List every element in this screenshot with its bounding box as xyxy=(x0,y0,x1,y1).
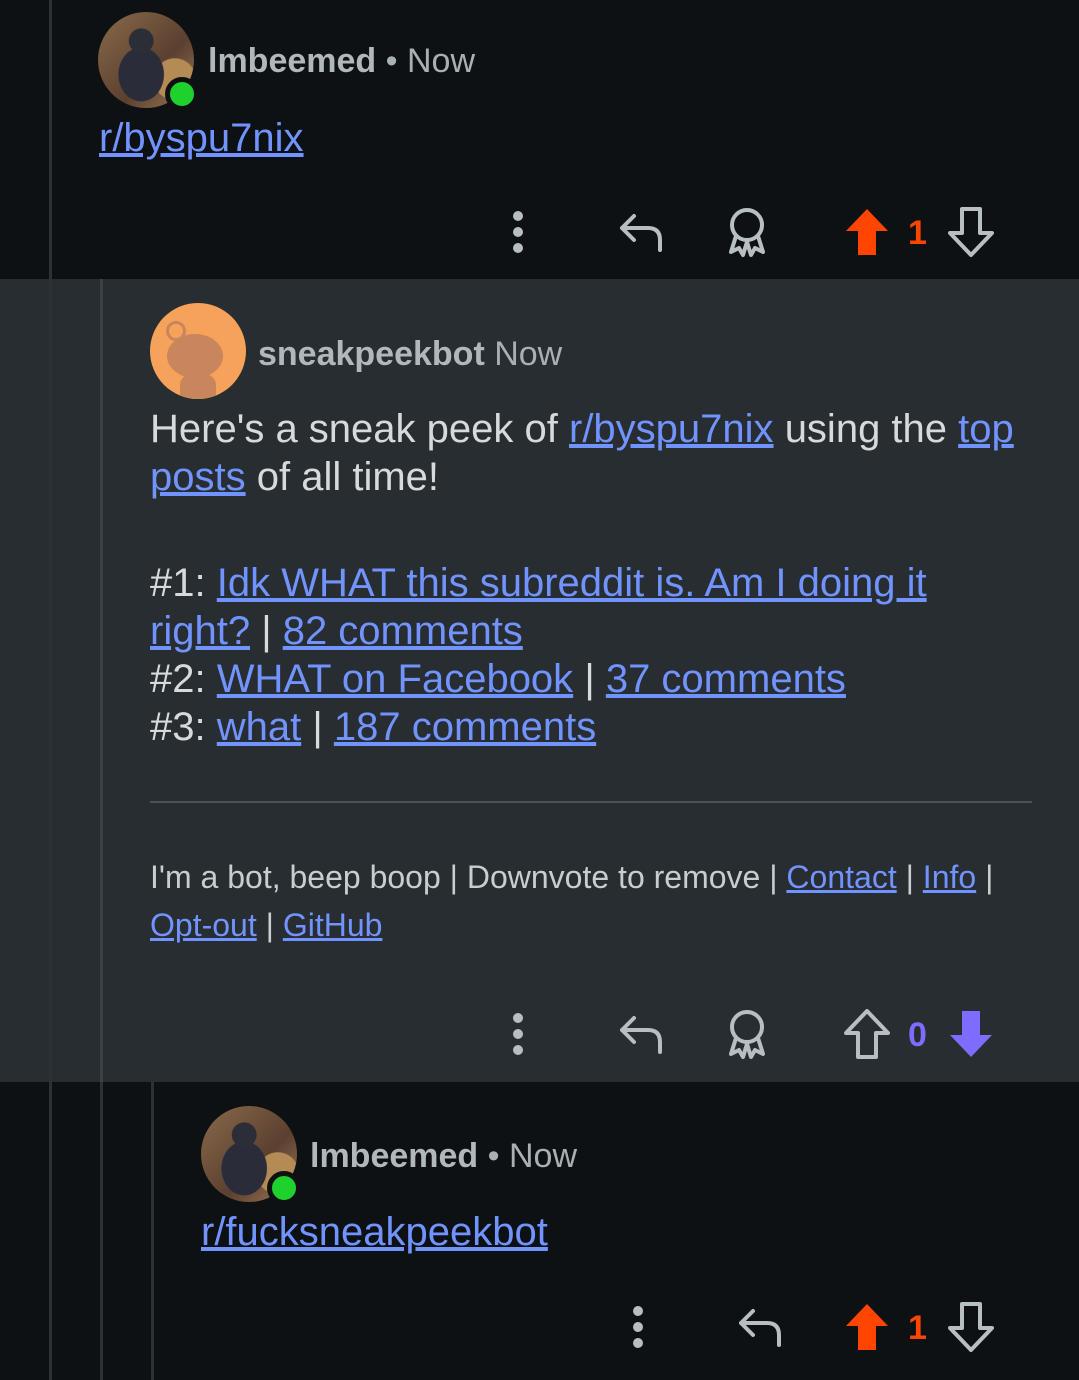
username[interactable]: sneakpeekbot xyxy=(258,335,485,373)
comment-3: lmbeemed • Now r/fucksneakpeekbot 1 xyxy=(0,1082,1079,1380)
timestamp: Now xyxy=(494,335,563,373)
upvote-arrow-icon xyxy=(846,1304,888,1350)
pipe-separator: | xyxy=(584,657,595,701)
comment-2: sneakpeekbot Now Here's a sneak peek of … xyxy=(0,279,1079,1082)
pipe-separator: | xyxy=(312,705,323,749)
intro-text: Here's a sneak peek of xyxy=(150,407,558,451)
thread-line[interactable] xyxy=(49,1082,52,1380)
contact-link[interactable]: Contact xyxy=(786,859,896,895)
vote-score: 1 xyxy=(908,1309,927,1347)
footer-text: I'm a bot, beep boop | Downvote to remov… xyxy=(150,859,778,895)
username[interactable]: lmbeemed xyxy=(310,1137,478,1175)
list-item: #1: Idk WHAT this subreddit is. Am I doi… xyxy=(150,559,1030,655)
subreddit-link[interactable]: r/byspu7nix xyxy=(99,116,304,160)
timestamp: Now xyxy=(509,1137,578,1175)
thread-line[interactable] xyxy=(49,279,52,1082)
bot-footer: I'm a bot, beep boop | Downvote to remov… xyxy=(150,853,1040,949)
divider xyxy=(150,801,1032,803)
downvote-button[interactable] xyxy=(946,1299,996,1355)
info-link[interactable]: Info xyxy=(923,859,976,895)
github-link[interactable]: GitHub xyxy=(283,907,383,943)
more-vertical-icon xyxy=(633,1306,643,1348)
comment-meta: lmbeemed • Now xyxy=(310,1137,577,1176)
comment-body: r/byspu7nix xyxy=(99,114,304,162)
snoo-head xyxy=(167,334,223,378)
post-title-link[interactable]: WHAT on Facebook xyxy=(217,657,573,701)
post-comments-link[interactable]: 82 comments xyxy=(283,609,523,653)
more-vertical-icon xyxy=(513,1013,523,1055)
reply-icon xyxy=(620,1016,662,1054)
post-comments-link[interactable]: 187 comments xyxy=(334,705,596,749)
pipe-separator: | xyxy=(265,907,274,943)
optout-link[interactable]: Opt-out xyxy=(150,907,257,943)
downvote-arrow-icon xyxy=(950,1011,992,1057)
more-options-button[interactable] xyxy=(498,205,538,259)
snoo-body xyxy=(180,373,216,399)
upvote-button[interactable] xyxy=(842,1006,892,1062)
downvote-button[interactable] xyxy=(946,204,996,260)
separator-dot: • xyxy=(487,1137,500,1175)
online-indicator xyxy=(165,77,199,111)
post-title-link[interactable]: what xyxy=(217,705,302,749)
timestamp: Now xyxy=(407,42,476,80)
comment-body: Here's a sneak peek of r/byspu7nix using… xyxy=(150,405,1030,501)
vote-score: 0 xyxy=(908,1016,927,1054)
subreddit-link[interactable]: r/byspu7nix xyxy=(569,407,774,451)
online-indicator xyxy=(267,1171,301,1205)
more-options-button[interactable] xyxy=(618,1300,658,1354)
award-button[interactable] xyxy=(719,204,775,260)
reply-icon xyxy=(739,1309,781,1347)
reply-icon xyxy=(620,214,662,252)
post-rank: #1: xyxy=(150,561,206,605)
post-list: #1: Idk WHAT this subreddit is. Am I doi… xyxy=(150,559,1030,751)
thread-line[interactable] xyxy=(151,1082,154,1380)
post-rank: #2: xyxy=(150,657,206,701)
award-button[interactable] xyxy=(719,1006,775,1062)
upvote-button[interactable] xyxy=(842,1299,892,1355)
more-vertical-icon xyxy=(513,211,523,253)
list-item: #2: WHAT on Facebook | 37 comments xyxy=(150,655,1030,703)
comment-meta: lmbeemed • Now xyxy=(208,42,475,81)
reply-button[interactable] xyxy=(612,1010,668,1058)
comment-1: lmbeemed • Now r/byspu7nix 1 xyxy=(0,0,1079,279)
downvote-button[interactable] xyxy=(946,1006,996,1062)
award-icon xyxy=(729,1010,765,1059)
intro-text: of all time! xyxy=(256,455,440,499)
upvote-arrow-icon xyxy=(844,1009,890,1059)
upvote-arrow-icon xyxy=(846,209,888,255)
downvote-arrow-icon xyxy=(948,207,994,257)
pipe-separator: | xyxy=(261,609,272,653)
pipe-separator: | xyxy=(985,859,994,895)
thread-line[interactable] xyxy=(49,0,52,279)
username[interactable]: lmbeemed xyxy=(208,42,376,80)
separator-dot: • xyxy=(385,42,398,80)
avatar[interactable] xyxy=(150,303,246,399)
post-comments-link[interactable]: 37 comments xyxy=(606,657,846,701)
reply-button[interactable] xyxy=(731,1303,787,1351)
list-item: #3: what | 187 comments xyxy=(150,703,1030,751)
award-icon xyxy=(729,208,765,257)
thread-line[interactable] xyxy=(100,279,103,1082)
reply-button[interactable] xyxy=(612,208,668,256)
intro-text: using the xyxy=(784,407,948,451)
comment-meta: sneakpeekbot Now xyxy=(258,335,562,374)
upvote-button[interactable] xyxy=(842,204,892,260)
vote-score: 1 xyxy=(908,214,927,252)
more-options-button[interactable] xyxy=(498,1007,538,1061)
comment-body: r/fucksneakpeekbot xyxy=(201,1208,548,1256)
post-rank: #3: xyxy=(150,705,206,749)
subreddit-link[interactable]: r/fucksneakpeekbot xyxy=(201,1210,548,1254)
pipe-separator: | xyxy=(905,859,914,895)
downvote-arrow-icon xyxy=(948,1302,994,1352)
thread-line[interactable] xyxy=(100,1082,103,1380)
